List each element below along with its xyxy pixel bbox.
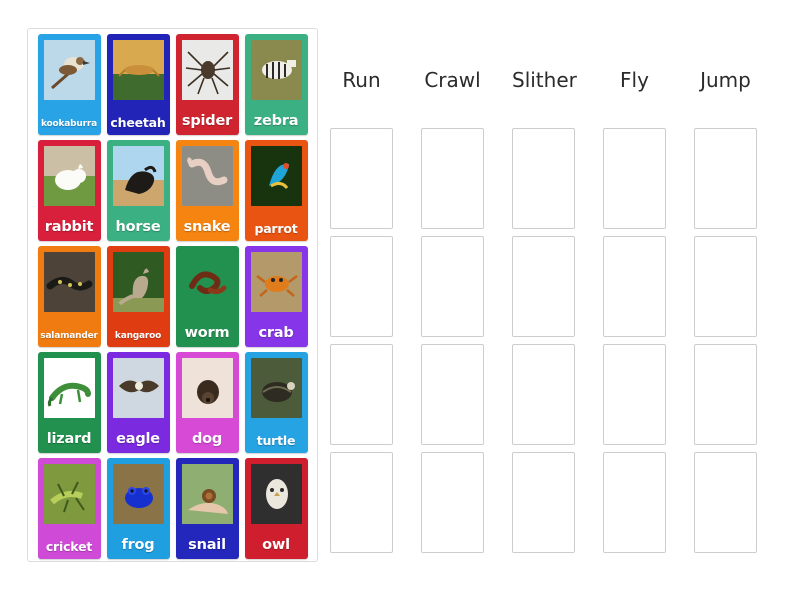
salamander-photo: [43, 252, 95, 312]
drop-zone-run-4[interactable]: [330, 452, 393, 553]
snake-photo: [181, 146, 233, 206]
animal-tile-frog[interactable]: frog: [106, 458, 170, 559]
animal-tile-owl[interactable]: owl: [244, 458, 308, 559]
board-drop-zones: [330, 128, 785, 553]
animal-tile-spider[interactable]: spider: [175, 34, 239, 135]
horse-photo: [112, 146, 164, 206]
drop-zone-fly-4[interactable]: [603, 452, 666, 553]
drop-zone-slither-1[interactable]: [512, 128, 575, 229]
animal-tile-label: spider: [181, 112, 233, 129]
animal-tile-zebra[interactable]: zebra: [244, 34, 308, 135]
kangaroo-photo: [112, 252, 164, 312]
eagle-photo: [112, 358, 164, 418]
animal-tile-label: worm: [184, 324, 230, 341]
turtle-photo: [250, 358, 302, 418]
animal-tile-label: cheetah: [110, 114, 166, 130]
animal-tile-cheetah[interactable]: cheetah: [106, 34, 170, 135]
animal-tile-worm[interactable]: worm: [175, 246, 239, 347]
animal-tile-kookaburra[interactable]: kookaburra: [37, 34, 101, 135]
animal-tile-label: dog: [191, 430, 223, 447]
animal-tile-horse[interactable]: horse: [106, 140, 170, 241]
spider-photo: [181, 40, 233, 100]
drop-zone-jump-1[interactable]: [694, 128, 757, 229]
snail-photo: [181, 464, 233, 524]
animal-tile-label: salamander: [40, 330, 98, 341]
animal-tile-lizard[interactable]: lizard: [37, 352, 101, 453]
animal-tile-label: frog: [121, 536, 155, 553]
animal-tile-dog[interactable]: dog: [175, 352, 239, 453]
column-header-slither: Slither: [512, 68, 577, 92]
animal-tile-label: rabbit: [44, 218, 94, 235]
tile-grid: kookaburra cheetah spider zebra rabbit horse s…: [33, 34, 312, 559]
drop-zone-fly-2[interactable]: [603, 236, 666, 337]
animal-tile-label: kookaburra: [41, 118, 97, 129]
rabbit-photo: [43, 146, 95, 206]
animal-tile-label: owl: [262, 536, 290, 553]
drop-zone-run-1[interactable]: [330, 128, 393, 229]
animal-tile-label: kangaroo: [114, 330, 162, 341]
dog-photo: [181, 358, 233, 418]
drop-zone-crawl-2[interactable]: [421, 236, 484, 337]
animal-tile-parrot[interactable]: parrot: [244, 140, 308, 241]
drop-zone-jump-3[interactable]: [694, 344, 757, 445]
animal-tile-snail[interactable]: snail: [175, 458, 239, 559]
animal-tile-crab[interactable]: crab: [244, 246, 308, 347]
cheetah-photo: [112, 40, 164, 100]
owl-photo: [250, 464, 302, 524]
column-header-run: Run: [342, 68, 381, 92]
animal-tile-eagle[interactable]: eagle: [106, 352, 170, 453]
animal-tile-label: crab: [258, 324, 294, 341]
drop-zone-slither-3[interactable]: [512, 344, 575, 445]
animal-tile-label: snake: [183, 218, 231, 235]
drop-zone-fly-3[interactable]: [603, 344, 666, 445]
drop-zone-jump-4[interactable]: [694, 452, 757, 553]
animal-tile-label: eagle: [116, 430, 160, 447]
animal-tile-label: snail: [188, 536, 226, 553]
drop-zone-jump-2[interactable]: [694, 236, 757, 337]
frog-photo: [112, 464, 164, 524]
animal-tile-label: lizard: [46, 430, 92, 447]
lizard-photo: [43, 358, 95, 418]
source-tile-tray: kookaburra cheetah spider zebra rabbit horse s…: [27, 28, 318, 562]
sorting-board: Run Crawl Slither Fly Jump: [330, 62, 785, 567]
animal-tile-snake[interactable]: snake: [175, 140, 239, 241]
animal-tile-turtle[interactable]: turtle: [244, 352, 308, 453]
drop-zone-run-3[interactable]: [330, 344, 393, 445]
drop-zone-crawl-4[interactable]: [421, 452, 484, 553]
animal-tile-kangaroo[interactable]: kangaroo: [106, 246, 170, 347]
animal-tile-label: parrot: [254, 220, 298, 236]
animal-tile-label: turtle: [256, 432, 296, 448]
zebra-photo: [250, 40, 302, 100]
drop-zone-slither-2[interactable]: [512, 236, 575, 337]
column-header-crawl: Crawl: [424, 68, 481, 92]
animal-tile-salamander[interactable]: salamander: [37, 246, 101, 347]
board-column-headers: Run Crawl Slither Fly Jump: [330, 62, 785, 98]
column-header-jump: Jump: [700, 68, 751, 92]
kookaburra-photo: [43, 40, 95, 100]
drop-zone-crawl-1[interactable]: [421, 128, 484, 229]
animal-tile-label: horse: [115, 218, 161, 235]
animal-tile-label: zebra: [253, 112, 299, 129]
cricket-photo: [43, 464, 95, 524]
drop-zone-slither-4[interactable]: [512, 452, 575, 553]
parrot-photo: [250, 146, 302, 206]
drop-zone-crawl-3[interactable]: [421, 344, 484, 445]
animal-tile-rabbit[interactable]: rabbit: [37, 140, 101, 241]
column-header-fly: Fly: [620, 68, 649, 92]
crab-photo: [250, 252, 302, 312]
drop-zone-fly-1[interactable]: [603, 128, 666, 229]
animal-tile-cricket[interactable]: cricket: [37, 458, 101, 559]
worm-photo: [182, 252, 233, 312]
drop-zone-run-2[interactable]: [330, 236, 393, 337]
animal-tile-label: cricket: [45, 538, 93, 554]
